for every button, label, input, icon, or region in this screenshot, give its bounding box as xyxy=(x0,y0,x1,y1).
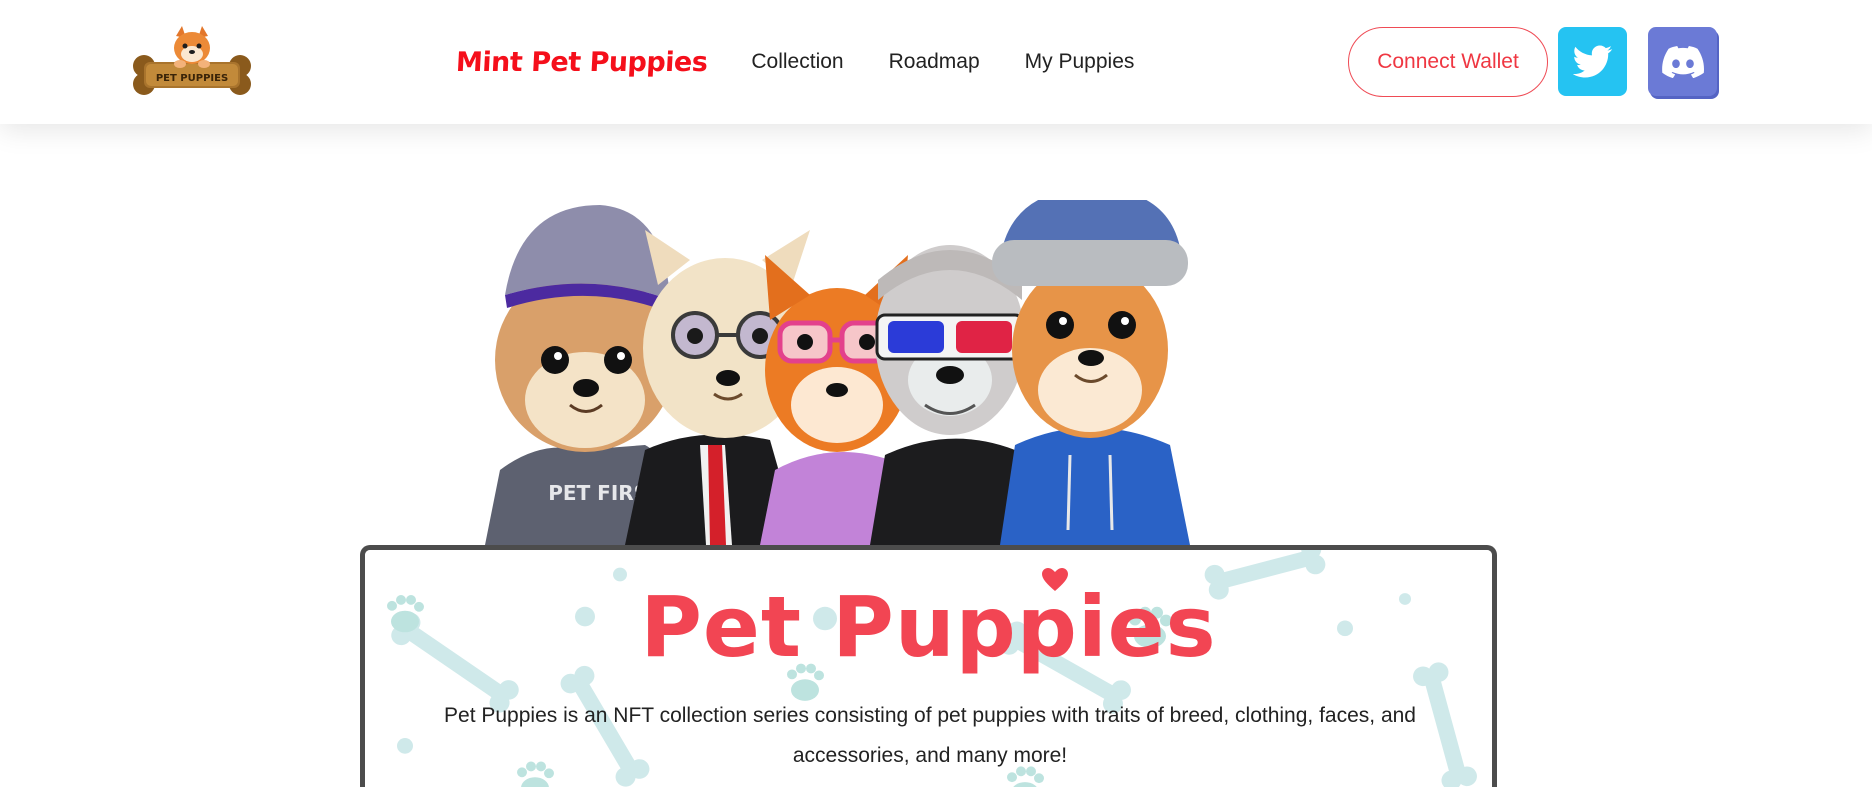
nav-collection[interactable]: Collection xyxy=(751,50,843,74)
page: PET PUPPIES Mint Pet Puppies Collection … xyxy=(0,0,1872,787)
logo-text: PET PUPPIES xyxy=(156,73,228,84)
heart-icon xyxy=(1042,568,1068,591)
discord-icon xyxy=(1661,45,1704,78)
puppies-illustration: PET FIRST xyxy=(485,200,1190,545)
hero-title: Pet Puppies xyxy=(640,578,1217,676)
twitter-button[interactable] xyxy=(1558,27,1627,96)
hero-description: Pet Puppies is an NFT collection series … xyxy=(444,704,1416,767)
nav-mint-pet-puppies[interactable]: Mint Pet Puppies xyxy=(455,47,708,78)
hero-card: Pet Puppies Pet Puppies is an NFT collec… xyxy=(360,545,1497,787)
pet-puppies-logo[interactable]: PET PUPPIES xyxy=(132,26,252,96)
nav-my-puppies[interactable]: My Puppies xyxy=(1025,50,1135,74)
twitter-icon xyxy=(1572,45,1612,77)
site-header: PET PUPPIES Mint Pet Puppies Collection … xyxy=(0,0,1872,124)
connect-wallet-button[interactable]: Connect Wallet xyxy=(1348,27,1548,97)
puppy-beanie-hoodie xyxy=(992,200,1190,545)
puppy-3d-glasses xyxy=(870,245,1030,545)
discord-button[interactable] xyxy=(1648,27,1717,96)
nav-roadmap[interactable]: Roadmap xyxy=(889,50,980,74)
main-nav: Mint Pet Puppies Collection Roadmap My P… xyxy=(455,0,1135,124)
